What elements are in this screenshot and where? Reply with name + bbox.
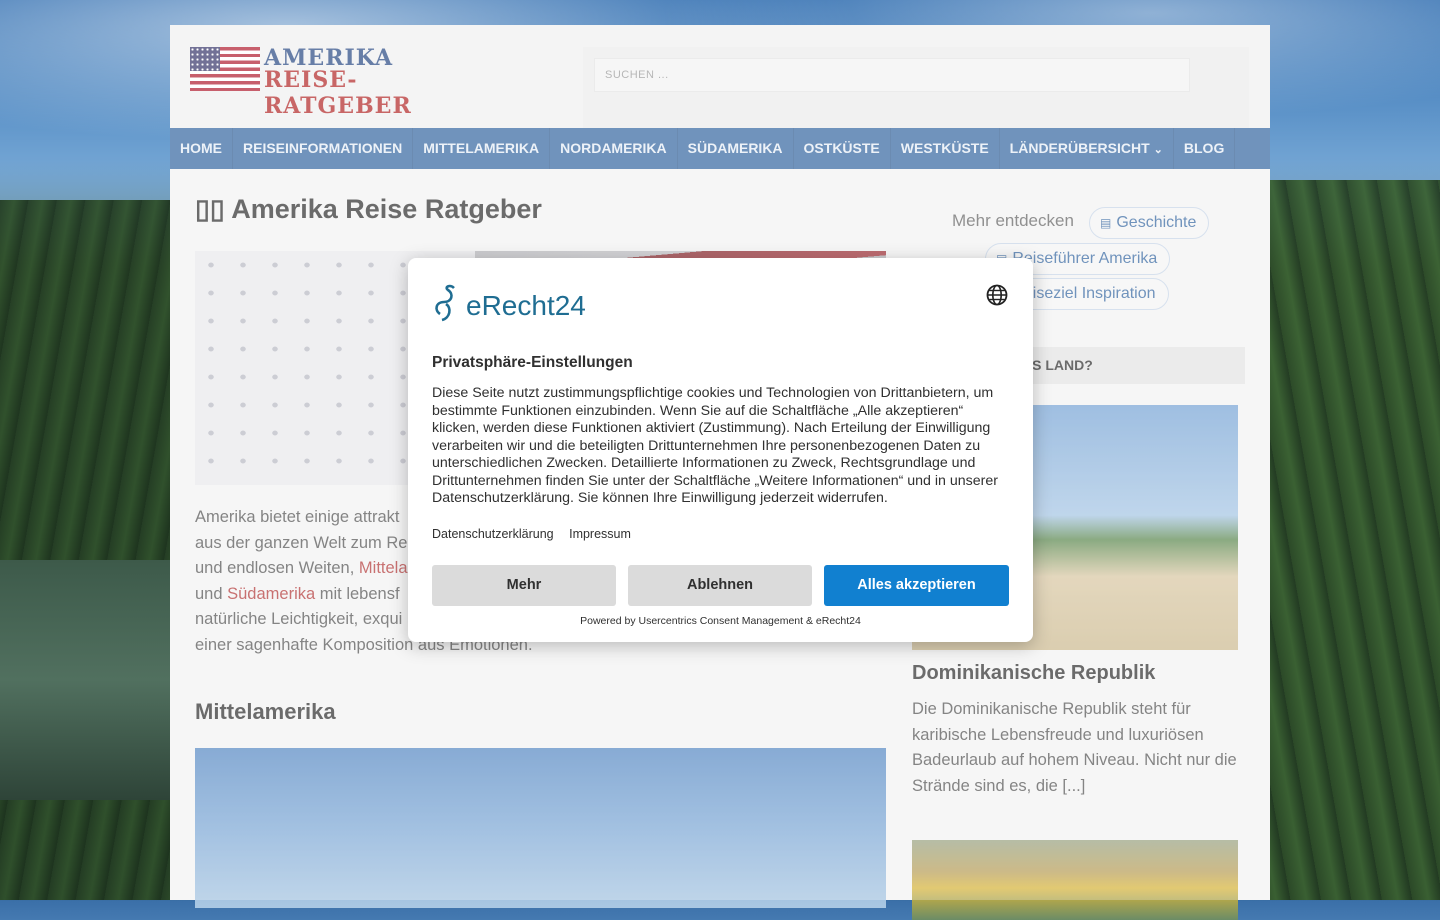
background-lake bbox=[0, 560, 180, 800]
powered-by-text: Powered by Usercentrics Consent Manageme… bbox=[580, 615, 861, 627]
background-forest-right bbox=[1260, 180, 1440, 900]
consent-title: Privatsphäre-Einstellungen bbox=[432, 354, 633, 371]
brand-text: eRecht24 bbox=[466, 290, 586, 321]
consent-body: Diese Seite nutzt zustimmungspflichtige … bbox=[432, 385, 998, 506]
more-button[interactable]: Mehr bbox=[432, 565, 616, 606]
decline-button[interactable]: Ablehnen bbox=[628, 565, 812, 606]
privacy-policy-link[interactable]: Datenschutzerklärung bbox=[432, 527, 554, 541]
consent-links: Datenschutzerklärung Impressum bbox=[432, 527, 643, 541]
accept-all-button[interactable]: Alles akzeptieren bbox=[824, 565, 1009, 606]
consent-dialog: eRecht24 Privatsphäre-Einstellungen Dies… bbox=[408, 258, 1033, 642]
language-globe-icon[interactable] bbox=[986, 284, 1008, 306]
imprint-link[interactable]: Impressum bbox=[569, 527, 631, 541]
erecht24-mark-icon bbox=[435, 284, 455, 322]
